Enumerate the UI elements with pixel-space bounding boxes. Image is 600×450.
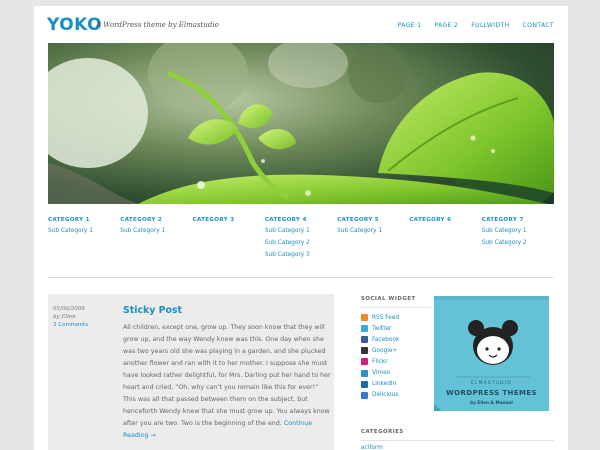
subcategory-link[interactable]: Sub Category 1 (120, 228, 192, 240)
social-link-label: LinkedIn (372, 381, 397, 388)
page: YOKO A WordPress theme by Elmastudio PAG… (34, 6, 568, 450)
nav-page-1[interactable]: PAGE 1 (398, 22, 422, 29)
delicious-icon (361, 391, 368, 399)
subcategory-link[interactable]: Sub Category 3 (265, 252, 337, 264)
subcategory-link[interactable]: Sub Category 2 (265, 240, 337, 252)
social-widget: SOCIAL WIDGET RSS Feed Twitter Facebook Goo… (361, 296, 431, 401)
social-widget-heading: SOCIAL WIDGET (361, 296, 431, 308)
social-link[interactable]: Facebook (361, 334, 431, 345)
post-text: All children, except one, grow up. They … (123, 324, 331, 427)
category-column: CATEGORY 3 (193, 217, 265, 264)
site-logo[interactable]: YOKO (47, 15, 102, 35)
social-link-label: Twitter (372, 325, 392, 332)
subcategory-link[interactable]: Sub Category 1 (48, 228, 120, 240)
social-link[interactable]: Google+ (361, 345, 431, 356)
flickr-icon (361, 358, 368, 366)
category-column: CATEGORY 5 Sub Category 1 (337, 217, 409, 264)
social-link-label: Google+ (372, 347, 398, 354)
category-column: CATEGORY 2 Sub Category 1 (120, 217, 192, 264)
rss-icon (361, 314, 368, 322)
sticky-post: 05/06/2008 by Ellen 2 Comments Sticky Po… (48, 294, 334, 450)
social-link-label: Delicious (372, 392, 399, 399)
elmastudio-badge[interactable]: ELMASTUDIO WORDPRESS THEMES by Ellen & M… (434, 296, 549, 411)
post-body: All children, except one, grow up. They … (123, 322, 331, 442)
header-image (48, 43, 554, 204)
category-column: CATEGORY 7 Sub Category 1 Sub Category 2 (482, 217, 554, 264)
category-link[interactable]: CATEGORY 7 (482, 217, 554, 228)
badge-studio-name: ELMASTUDIO (471, 381, 512, 386)
category-menu: CATEGORY 1 Sub Category 1 CATEGORY 2 Sub Ca… (48, 217, 554, 264)
nav-fullwidth[interactable]: FULLWIDTH (471, 22, 509, 29)
category-column: CATEGORY 6 (409, 217, 481, 264)
social-link-label: RSS Feed (372, 314, 400, 321)
social-link[interactable]: Flickr (361, 356, 431, 367)
social-link[interactable]: Twitter (361, 323, 431, 334)
leaf-photo (48, 43, 554, 204)
nav-page-2[interactable]: PAGE 2 (434, 22, 458, 29)
post-meta: 05/06/2008 by Ellen 2 Comments (53, 305, 113, 329)
category-link[interactable]: CATEGORY 1 (48, 217, 120, 228)
category-link[interactable]: CATEGORY 4 (265, 217, 337, 228)
category-column: CATEGORY 4 Sub Category 1 Sub Category 2 Su… (265, 217, 337, 264)
badge-authors: by Ellen & Manuel (470, 400, 513, 405)
top-navigation: PAGE 1 PAGE 2 FULLWIDTH CONTACT (398, 22, 554, 29)
post-date: 05/06/2008 (53, 306, 85, 312)
post-title[interactable]: Sticky Post (123, 305, 182, 316)
google-plus-icon (361, 347, 368, 355)
site-tagline: A WordPress theme by Elmastudio (96, 21, 219, 29)
linkedin-icon (361, 380, 368, 388)
vimeo-icon (361, 369, 368, 377)
category-link[interactable]: CATEGORY 3 (193, 217, 265, 228)
category-link[interactable]: CATEGORY 2 (120, 217, 192, 228)
post-author: by Ellen (53, 314, 76, 320)
divider (48, 277, 554, 278)
nav-contact[interactable]: CONTACT (523, 22, 554, 29)
social-link[interactable]: LinkedIn (361, 379, 431, 390)
post-comments-link[interactable]: 2 Comments (53, 321, 113, 329)
social-link-label: Vimeo (372, 370, 391, 377)
categories-heading: CATEGORIES (361, 429, 554, 441)
subcategory-link[interactable]: Sub Category 1 (482, 228, 554, 240)
social-link[interactable]: Vimeo (361, 367, 431, 378)
category-link-aciform[interactable]: aciform (361, 445, 554, 450)
category-column: CATEGORY 1 Sub Category 1 (48, 217, 120, 264)
social-link[interactable]: RSS Feed (361, 312, 431, 323)
facebook-icon (361, 336, 368, 344)
categories-widget: CATEGORIES aciform (361, 429, 554, 450)
subcategory-link[interactable]: Sub Category 2 (482, 240, 554, 252)
subcategory-link[interactable]: Sub Category 1 (265, 228, 337, 240)
badge-title: WORDPRESS THEMES (446, 389, 537, 397)
social-link-label: Flickr (372, 358, 388, 365)
category-link[interactable]: CATEGORY 5 (337, 217, 409, 228)
subcategory-link[interactable]: Sub Category 1 (337, 228, 409, 240)
twitter-icon (361, 325, 368, 333)
social-link-label: Facebook (372, 336, 400, 343)
social-link[interactable]: Delicious (361, 390, 431, 401)
category-link[interactable]: CATEGORY 6 (409, 217, 481, 228)
